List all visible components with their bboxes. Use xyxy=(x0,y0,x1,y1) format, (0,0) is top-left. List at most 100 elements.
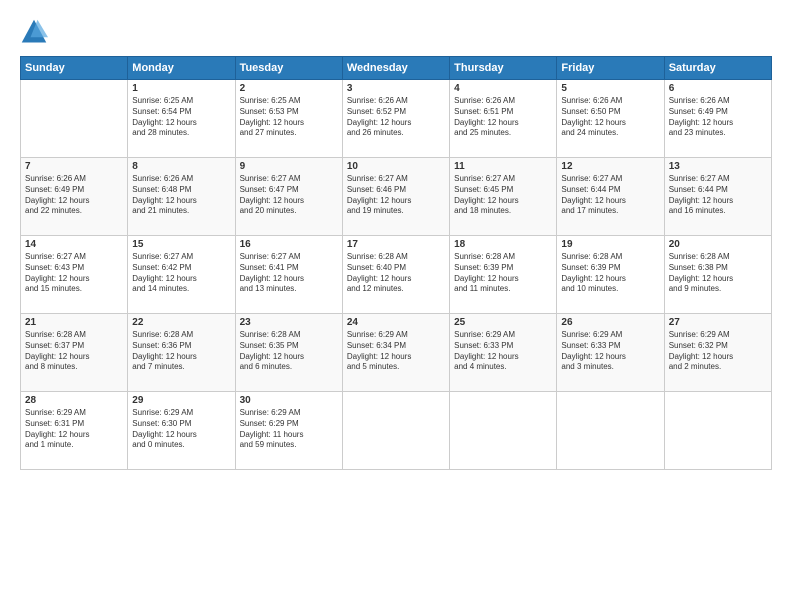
cell-info: Sunrise: 6:27 AM Sunset: 6:45 PM Dayligh… xyxy=(454,174,552,217)
header-cell-monday: Monday xyxy=(128,57,235,80)
calendar-cell: 21 Sunrise: 6:28 AM Sunset: 6:37 PM Dayli… xyxy=(21,314,128,392)
cell-info: Sunrise: 6:28 AM Sunset: 6:40 PM Dayligh… xyxy=(347,252,445,295)
calendar-cell xyxy=(342,392,449,470)
calendar-cell: 16Sunrise: 6:27 AM Sunset: 6:41 PM Dayli… xyxy=(235,236,342,314)
day-number: 23 xyxy=(240,317,338,328)
day-number: 21 xyxy=(25,317,123,328)
calendar-cell: 24 Sunrise: 6:29 AM Sunset: 6:34 PM Dayli… xyxy=(342,314,449,392)
day-number: 2 xyxy=(240,83,338,94)
day-number: 25 xyxy=(454,317,552,328)
header-cell-sunday: Sunday xyxy=(21,57,128,80)
calendar-cell: 9Sunrise: 6:27 AM Sunset: 6:47 PM Daylig… xyxy=(235,158,342,236)
calendar-cell: 3 Sunrise: 6:26 AM Sunset: 6:52 PM Daylig… xyxy=(342,80,449,158)
day-number: 12 xyxy=(561,161,659,172)
day-number: 19 xyxy=(561,239,659,250)
day-number: 3 xyxy=(347,83,445,94)
calendar-cell: 19 Sunrise: 6:28 AM Sunset: 6:39 PM Dayli… xyxy=(557,236,664,314)
header-cell-wednesday: Wednesday xyxy=(342,57,449,80)
cell-info: Sunrise: 6:26 AM Sunset: 6:51 PM Dayligh… xyxy=(454,96,552,139)
calendar-cell: 27 Sunrise: 6:29 AM Sunset: 6:32 PM Dayli… xyxy=(664,314,771,392)
cell-info: Sunrise: 6:27 AM Sunset: 6:43 PM Dayligh… xyxy=(25,252,123,295)
logo-icon xyxy=(20,18,48,46)
day-number: 8 xyxy=(132,161,230,172)
calendar-cell: 25 Sunrise: 6:29 AM Sunset: 6:33 PM Dayli… xyxy=(450,314,557,392)
day-number: 5 xyxy=(561,83,659,94)
cell-info: Sunrise: 6:29 AM Sunset: 6:34 PM Dayligh… xyxy=(347,330,445,373)
calendar-cell: 12 Sunrise: 6:27 AM Sunset: 6:44 PM Dayli… xyxy=(557,158,664,236)
cell-info: Sunrise: 6:29 AM Sunset: 6:33 PM Dayligh… xyxy=(454,330,552,373)
calendar-cell: 30 Sunrise: 6:29 AM Sunset: 6:29 PM Dayli… xyxy=(235,392,342,470)
day-number: 24 xyxy=(347,317,445,328)
day-number: 1 xyxy=(132,83,230,94)
day-number: 10 xyxy=(347,161,445,172)
week-row-1: 1 Sunrise: 6:25 AM Sunset: 6:54 PM Daylig… xyxy=(21,80,772,158)
day-number: 26 xyxy=(561,317,659,328)
day-number: 30 xyxy=(240,395,338,406)
calendar-cell: 7 Sunrise: 6:26 AM Sunset: 6:49 PM Daylig… xyxy=(21,158,128,236)
cell-info: Sunrise: 6:28 AM Sunset: 6:37 PM Dayligh… xyxy=(25,330,123,373)
day-number: 9 xyxy=(240,161,338,172)
cell-info: Sunrise: 6:28 AM Sunset: 6:39 PM Dayligh… xyxy=(561,252,659,295)
calendar-table: SundayMondayTuesdayWednesdayThursdayFrid… xyxy=(20,56,772,470)
calendar-cell: 6Sunrise: 6:26 AM Sunset: 6:49 PM Daylig… xyxy=(664,80,771,158)
calendar-cell xyxy=(21,80,128,158)
calendar-cell: 11 Sunrise: 6:27 AM Sunset: 6:45 PM Dayli… xyxy=(450,158,557,236)
calendar-cell: 18 Sunrise: 6:28 AM Sunset: 6:39 PM Dayli… xyxy=(450,236,557,314)
day-number: 13 xyxy=(669,161,767,172)
calendar-cell: 8Sunrise: 6:26 AM Sunset: 6:48 PM Daylig… xyxy=(128,158,235,236)
cell-info: Sunrise: 6:28 AM Sunset: 6:36 PM Dayligh… xyxy=(132,330,230,373)
cell-info: Sunrise: 6:27 AM Sunset: 6:42 PM Dayligh… xyxy=(132,252,230,295)
calendar-cell xyxy=(450,392,557,470)
cell-info: Sunrise: 6:28 AM Sunset: 6:39 PM Dayligh… xyxy=(454,252,552,295)
calendar-cell: 22 Sunrise: 6:28 AM Sunset: 6:36 PM Dayli… xyxy=(128,314,235,392)
cell-info: Sunrise: 6:26 AM Sunset: 6:52 PM Dayligh… xyxy=(347,96,445,139)
calendar-cell xyxy=(664,392,771,470)
logo xyxy=(20,18,50,46)
day-number: 6 xyxy=(669,83,767,94)
day-number: 17 xyxy=(347,239,445,250)
day-number: 4 xyxy=(454,83,552,94)
cell-info: Sunrise: 6:28 AM Sunset: 6:38 PM Dayligh… xyxy=(669,252,767,295)
cell-info: Sunrise: 6:29 AM Sunset: 6:30 PM Dayligh… xyxy=(132,408,230,451)
week-row-3: 14 Sunrise: 6:27 AM Sunset: 6:43 PM Dayli… xyxy=(21,236,772,314)
day-number: 27 xyxy=(669,317,767,328)
calendar-cell xyxy=(557,392,664,470)
cell-info: Sunrise: 6:27 AM Sunset: 6:46 PM Dayligh… xyxy=(347,174,445,217)
cell-info: Sunrise: 6:27 AM Sunset: 6:44 PM Dayligh… xyxy=(561,174,659,217)
day-number: 29 xyxy=(132,395,230,406)
calendar-cell: 13 Sunrise: 6:27 AM Sunset: 6:44 PM Dayli… xyxy=(664,158,771,236)
cell-info: Sunrise: 6:26 AM Sunset: 6:50 PM Dayligh… xyxy=(561,96,659,139)
calendar-cell: 29 Sunrise: 6:29 AM Sunset: 6:30 PM Dayli… xyxy=(128,392,235,470)
calendar-cell: 4 Sunrise: 6:26 AM Sunset: 6:51 PM Daylig… xyxy=(450,80,557,158)
calendar-cell: 2 Sunrise: 6:25 AM Sunset: 6:53 PM Daylig… xyxy=(235,80,342,158)
cell-info: Sunrise: 6:29 AM Sunset: 6:31 PM Dayligh… xyxy=(25,408,123,451)
header xyxy=(20,18,772,46)
cell-info: Sunrise: 6:29 AM Sunset: 6:33 PM Dayligh… xyxy=(561,330,659,373)
header-cell-tuesday: Tuesday xyxy=(235,57,342,80)
calendar-cell: 10 Sunrise: 6:27 AM Sunset: 6:46 PM Dayli… xyxy=(342,158,449,236)
header-cell-thursday: Thursday xyxy=(450,57,557,80)
calendar-cell: 5 Sunrise: 6:26 AM Sunset: 6:50 PM Daylig… xyxy=(557,80,664,158)
calendar-cell: 20 Sunrise: 6:28 AM Sunset: 6:38 PM Dayli… xyxy=(664,236,771,314)
day-number: 7 xyxy=(25,161,123,172)
day-number: 11 xyxy=(454,161,552,172)
calendar-cell: 28 Sunrise: 6:29 AM Sunset: 6:31 PM Dayli… xyxy=(21,392,128,470)
week-row-2: 7 Sunrise: 6:26 AM Sunset: 6:49 PM Daylig… xyxy=(21,158,772,236)
cell-info: Sunrise: 6:27 AM Sunset: 6:44 PM Dayligh… xyxy=(669,174,767,217)
cell-info: Sunrise: 6:26 AM Sunset: 6:49 PM Dayligh… xyxy=(25,174,123,217)
day-number: 20 xyxy=(669,239,767,250)
header-row: SundayMondayTuesdayWednesdayThursdayFrid… xyxy=(21,57,772,80)
day-number: 22 xyxy=(132,317,230,328)
calendar-cell: 15Sunrise: 6:27 AM Sunset: 6:42 PM Dayli… xyxy=(128,236,235,314)
calendar-cell: 14 Sunrise: 6:27 AM Sunset: 6:43 PM Dayli… xyxy=(21,236,128,314)
day-number: 18 xyxy=(454,239,552,250)
day-number: 14 xyxy=(25,239,123,250)
cell-info: Sunrise: 6:25 AM Sunset: 6:53 PM Dayligh… xyxy=(240,96,338,139)
cell-info: Sunrise: 6:29 AM Sunset: 6:32 PM Dayligh… xyxy=(669,330,767,373)
day-number: 16 xyxy=(240,239,338,250)
cell-info: Sunrise: 6:29 AM Sunset: 6:29 PM Dayligh… xyxy=(240,408,338,451)
day-number: 28 xyxy=(25,395,123,406)
header-cell-friday: Friday xyxy=(557,57,664,80)
week-row-5: 28 Sunrise: 6:29 AM Sunset: 6:31 PM Dayli… xyxy=(21,392,772,470)
cell-info: Sunrise: 6:25 AM Sunset: 6:54 PM Dayligh… xyxy=(132,96,230,139)
